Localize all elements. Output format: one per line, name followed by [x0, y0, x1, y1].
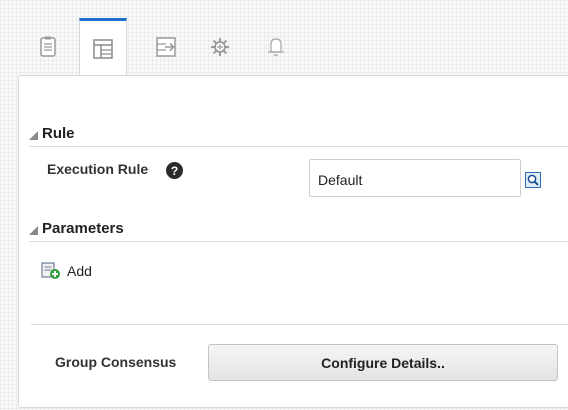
collapse-triangle-icon[interactable] — [29, 131, 38, 140]
rule-section-header[interactable]: Rule — [29, 121, 568, 147]
group-consensus-label: Group Consensus — [55, 354, 177, 370]
add-label: Add — [67, 263, 92, 279]
collapse-triangle-icon[interactable] — [29, 226, 38, 235]
clipboard-icon — [40, 36, 56, 57]
tab-strip — [24, 14, 544, 76]
tab-gear[interactable] — [196, 20, 244, 74]
search-icon[interactable] — [525, 172, 541, 188]
layout-icon — [93, 38, 113, 59]
export-icon — [156, 37, 176, 57]
execution-rule-input[interactable] — [309, 159, 521, 197]
tab-export[interactable] — [142, 20, 190, 74]
help-icon[interactable]: ? — [166, 162, 183, 179]
parameters-section-title: Parameters — [42, 220, 124, 237]
configure-details-button[interactable]: Configure Details.. — [208, 344, 558, 381]
bell-icon — [268, 38, 284, 57]
section-divider — [31, 324, 568, 325]
execution-rule-label: Execution Rule — [47, 161, 149, 177]
tab-layout[interactable] — [79, 18, 127, 76]
parameters-section-header[interactable]: Parameters — [29, 216, 568, 242]
gear-icon — [211, 38, 229, 56]
tab-notifications[interactable] — [252, 20, 300, 74]
add-parameter-button[interactable]: Add — [41, 262, 92, 280]
rule-section-title: Rule — [42, 125, 75, 142]
tab-clipboard[interactable] — [24, 20, 72, 74]
properties-panel: Rule Execution Rule ? Parameters Add Gro… — [18, 75, 568, 408]
add-document-icon — [41, 262, 60, 279]
